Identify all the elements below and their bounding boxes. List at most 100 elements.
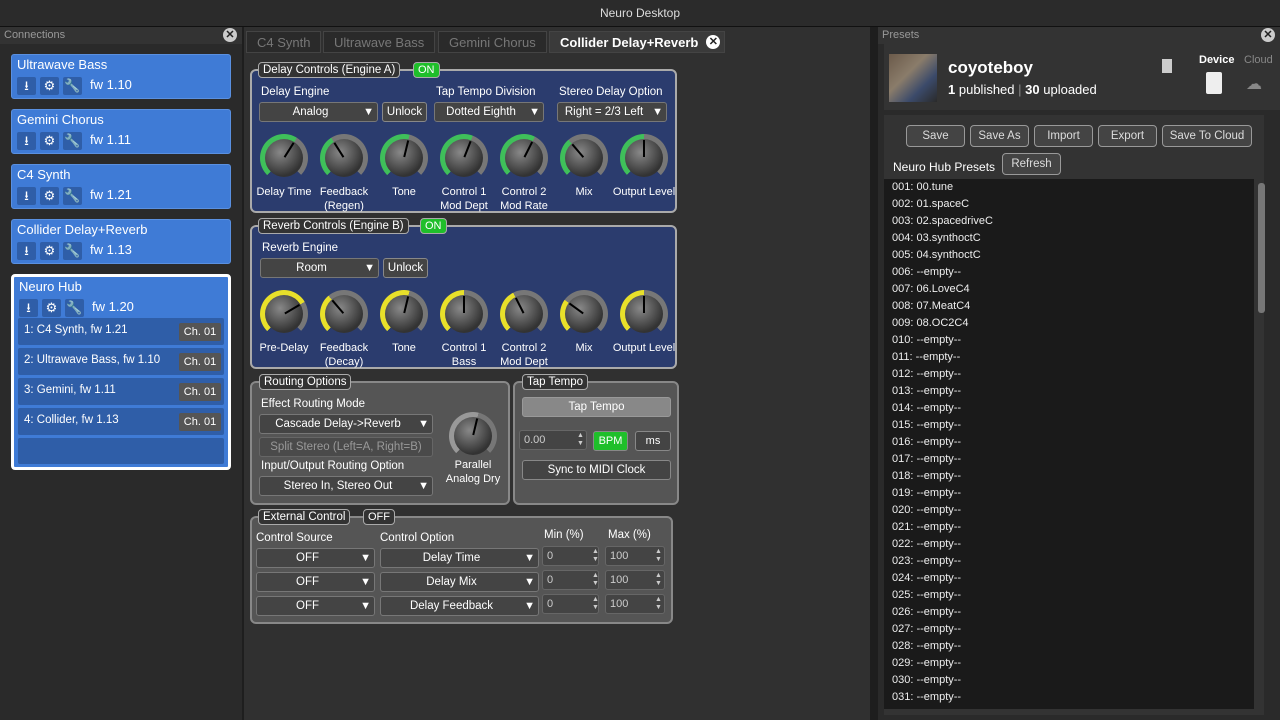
wrench-icon[interactable]: 🔧 xyxy=(63,77,82,95)
device-card[interactable]: Gemini Chorus ⭳ ⚙ 🔧 fw 1.11 xyxy=(11,109,231,154)
stepper-icon[interactable]: ▲ ▼ xyxy=(591,596,600,614)
hub-slot-row[interactable]: 2: Ultrawave Bass, fw 1.10 Ch. 01 xyxy=(18,348,224,375)
knob[interactable] xyxy=(260,134,308,182)
download-icon[interactable]: ⭳ xyxy=(19,299,38,317)
wrench-icon[interactable]: 🔧 xyxy=(65,299,84,317)
download-icon[interactable]: ⭳ xyxy=(17,242,36,260)
import-button[interactable]: Import xyxy=(1034,125,1093,147)
bpm-toggle[interactable]: BPM xyxy=(593,431,628,451)
channel-badge[interactable]: Ch. 01 xyxy=(179,383,221,401)
stepper-icon[interactable]: ▲ ▼ xyxy=(591,548,600,566)
close-tab-icon[interactable]: ✕ xyxy=(706,35,721,49)
export-button[interactable]: Export xyxy=(1098,125,1157,147)
knob[interactable] xyxy=(500,134,548,182)
preset-item[interactable]: 004: 03.synthoctC xyxy=(884,230,1254,247)
reverb-on-toggle[interactable]: ON xyxy=(420,218,447,234)
preset-item[interactable]: 003: 02.spacedriveC xyxy=(884,213,1254,230)
gear-icon[interactable]: ⚙ xyxy=(40,132,59,150)
preset-item[interactable]: 005: 04.synthoctC xyxy=(884,247,1254,264)
knob[interactable] xyxy=(380,134,428,182)
save-as-button[interactable]: Save As xyxy=(970,125,1029,147)
preset-item[interactable]: 001: 00.tune xyxy=(884,179,1254,196)
tab-ultrawave-bass[interactable]: Ultrawave Bass xyxy=(323,31,436,53)
preset-item[interactable]: 014: --empty-- xyxy=(884,400,1254,417)
tab-gemini-chorus[interactable]: Gemini Chorus xyxy=(438,31,547,53)
tap-tempo-button[interactable]: Tap Tempo xyxy=(522,397,671,417)
knob[interactable] xyxy=(440,134,488,182)
preset-item[interactable]: 027: --empty-- xyxy=(884,621,1254,638)
channel-badge[interactable]: Ch. 01 xyxy=(179,323,221,341)
control-source-select[interactable]: OFF xyxy=(256,596,375,616)
preset-item[interactable]: 011: --empty-- xyxy=(884,349,1254,366)
hub-slot-row[interactable]: 4: Collider, fw 1.13 Ch. 01 xyxy=(18,408,224,435)
control-option-select[interactable]: Delay Feedback xyxy=(380,596,539,616)
stepper-icon[interactable]: ▲ ▼ xyxy=(654,596,663,614)
neuro-hub-card[interactable]: Neuro Hub ⭳ ⚙ 🔧 fw 1.20 1: C4 Synth, fw … xyxy=(11,274,231,470)
preset-item[interactable]: 010: --empty-- xyxy=(884,332,1254,349)
knob[interactable] xyxy=(260,290,308,338)
wrench-icon[interactable]: 🔧 xyxy=(63,132,82,150)
sync-midi-button[interactable]: Sync to MIDI Clock xyxy=(522,460,671,480)
preset-item[interactable]: 015: --empty-- xyxy=(884,417,1254,434)
ms-toggle[interactable]: ms xyxy=(635,431,671,451)
knob[interactable] xyxy=(560,290,608,338)
pedal-icon[interactable] xyxy=(1206,72,1222,94)
scrollbar[interactable] xyxy=(1258,183,1265,313)
preset-item[interactable]: 024: --empty-- xyxy=(884,570,1254,587)
device-card[interactable]: C4 Synth ⭳ ⚙ 🔧 fw 1.21 xyxy=(11,164,231,209)
avatar[interactable] xyxy=(889,54,937,102)
hub-slot-row[interactable]: 3: Gemini, fw 1.11 Ch. 01 xyxy=(18,378,224,405)
hub-empty-slot[interactable] xyxy=(18,438,224,464)
wrench-icon[interactable]: 🔧 xyxy=(63,187,82,205)
knob[interactable] xyxy=(380,290,428,338)
gear-icon[interactable]: ⚙ xyxy=(40,242,59,260)
device-card[interactable]: Ultrawave Bass ⭳ ⚙ 🔧 fw 1.10 xyxy=(11,54,231,99)
knob[interactable] xyxy=(560,134,608,182)
knob[interactable] xyxy=(500,290,548,338)
cloud-label[interactable]: Cloud xyxy=(1244,54,1273,66)
preset-item[interactable]: 007: 06.LoveC4 xyxy=(884,281,1254,298)
preset-item[interactable]: 012: --empty-- xyxy=(884,366,1254,383)
wrench-icon[interactable]: 🔧 xyxy=(63,242,82,260)
knob[interactable] xyxy=(620,290,668,338)
knob[interactable] xyxy=(320,290,368,338)
channel-badge[interactable]: Ch. 01 xyxy=(179,413,221,431)
preset-item[interactable]: 016: --empty-- xyxy=(884,434,1254,451)
control-source-select[interactable]: OFF xyxy=(256,548,375,568)
control-option-select[interactable]: Delay Time xyxy=(380,548,539,568)
download-icon[interactable]: ⭳ xyxy=(17,187,36,205)
preset-item[interactable]: 021: --empty-- xyxy=(884,519,1254,536)
stepper-icon[interactable]: ▲ ▼ xyxy=(576,432,585,450)
split-stereo-button[interactable]: Split Stereo (Left=A, Right=B) xyxy=(259,437,433,457)
tab-collider[interactable]: Collider Delay+Reverb ✕ xyxy=(549,31,726,53)
reverb-unlock-button[interactable]: Unlock xyxy=(383,258,428,278)
control-option-select[interactable]: Delay Mix xyxy=(380,572,539,592)
preset-item[interactable]: 019: --empty-- xyxy=(884,485,1254,502)
preset-item[interactable]: 009: 08.OC2C4 xyxy=(884,315,1254,332)
gear-icon[interactable]: ⚙ xyxy=(40,187,59,205)
close-icon[interactable]: ✕ xyxy=(223,28,237,42)
preset-item[interactable]: 023: --empty-- xyxy=(884,553,1254,570)
save-to-cloud-button[interactable]: Save To Cloud xyxy=(1162,125,1252,147)
cloud-icon[interactable]: ☁ xyxy=(1246,74,1262,94)
gear-icon[interactable]: ⚙ xyxy=(42,299,61,317)
reverb-engine-select[interactable]: Room xyxy=(260,258,379,278)
preset-item[interactable]: 006: --empty-- xyxy=(884,264,1254,281)
delay-unlock-button[interactable]: Unlock xyxy=(382,102,427,122)
refresh-button[interactable]: Refresh xyxy=(1002,153,1061,175)
preset-item[interactable]: 030: --empty-- xyxy=(884,672,1254,689)
preset-item[interactable]: 020: --empty-- xyxy=(884,502,1254,519)
close-icon[interactable]: ✕ xyxy=(1261,28,1275,42)
preset-item[interactable]: 025: --empty-- xyxy=(884,587,1254,604)
delay-engine-select[interactable]: Analog xyxy=(259,102,378,122)
external-toggle[interactable]: OFF xyxy=(363,509,395,525)
channel-badge[interactable]: Ch. 01 xyxy=(179,353,221,371)
preset-item[interactable]: 018: --empty-- xyxy=(884,468,1254,485)
preset-item[interactable]: 031: --empty-- xyxy=(884,689,1254,706)
hub-slot-row[interactable]: 1: C4 Synth, fw 1.21 Ch. 01 xyxy=(18,318,224,345)
knob[interactable] xyxy=(320,134,368,182)
routing-mode-select[interactable]: Cascade Delay->Reverb xyxy=(259,414,433,434)
preset-item[interactable]: 002: 01.spaceC xyxy=(884,196,1254,213)
preset-item[interactable]: 013: --empty-- xyxy=(884,383,1254,400)
device-label[interactable]: Device xyxy=(1199,54,1234,66)
